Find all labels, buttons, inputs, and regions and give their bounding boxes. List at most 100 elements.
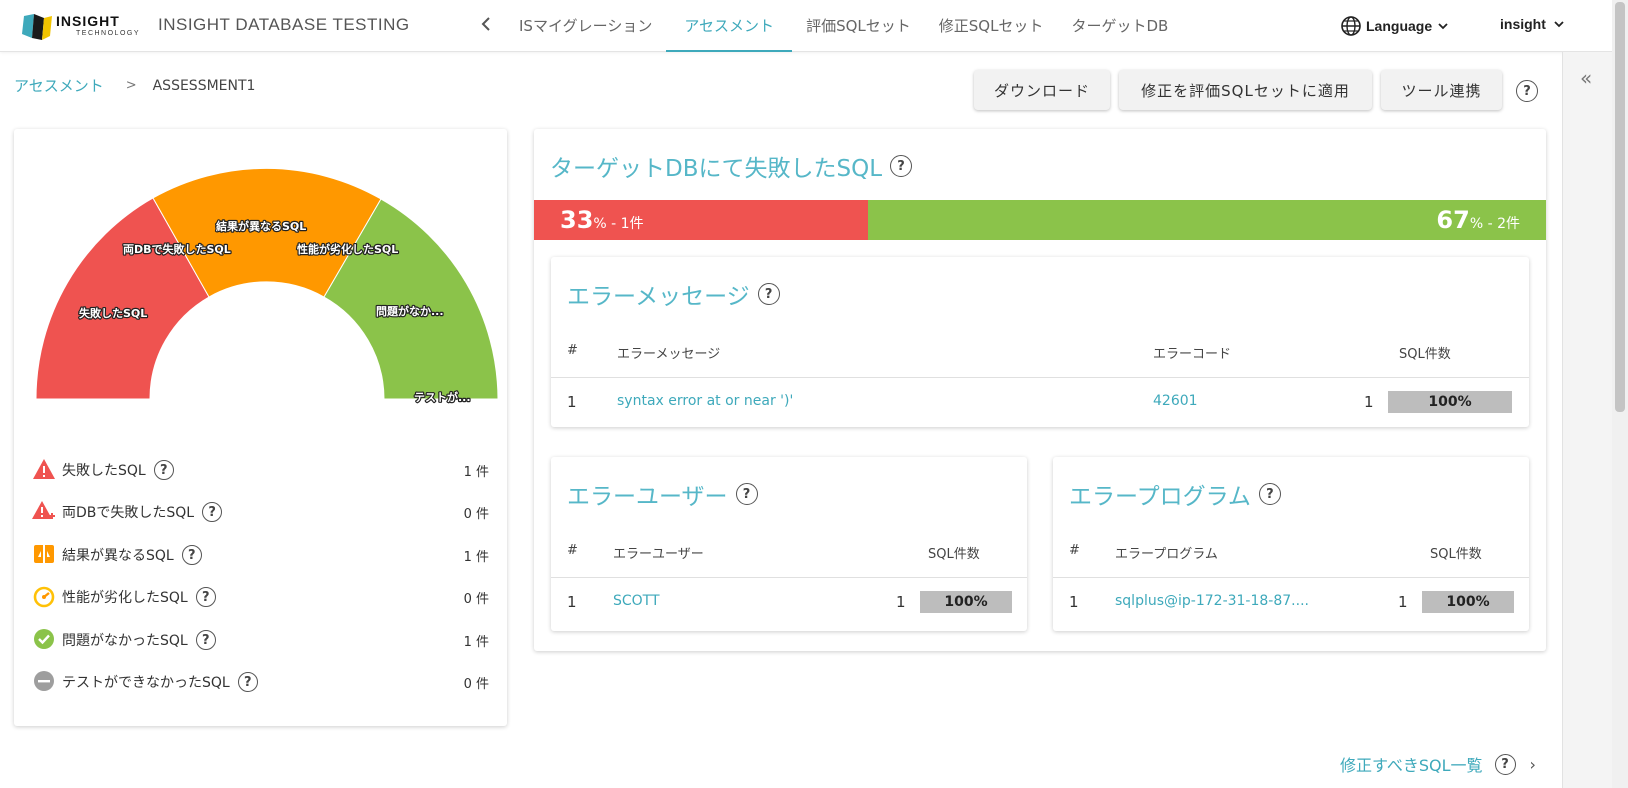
tab-assessment[interactable]: アセスメント (666, 0, 793, 52)
help-icon[interactable]: ? (735, 483, 758, 505)
legend-row-different[interactable]: 結果が異なるSQL? 1 件 (14, 539, 507, 569)
compare-icon (34, 545, 54, 563)
help-icon[interactable]: ? (1494, 753, 1516, 775)
scrollbar-thumb[interactable] (1615, 2, 1625, 412)
failed-percent: 33 (560, 206, 594, 234)
target-db-failed-card: ターゲットDBにて失敗したSQL ? 33% - 1件 67% - 2件 エラー… (534, 129, 1546, 651)
help-icon[interactable]: ? (153, 460, 174, 480)
failed-ratio-segment[interactable]: 33% - 1件 (534, 200, 868, 240)
col-header-error-code[interactable]: エラーコード (1153, 343, 1231, 362)
fix-sql-list-link[interactable]: 修正すべきSQL一覧 ? › (1340, 752, 1536, 776)
logo-text: INSIGHT (56, 13, 120, 29)
user-menu[interactable]: insight (1500, 16, 1566, 32)
legend-count: 1 件 (463, 635, 489, 650)
assessment-gauge-chart: 失敗したSQL 両DBで失敗したSQL 結果が異なるSQL 性能が劣化したSQL… (35, 167, 499, 405)
error-user-link[interactable]: SCOTT (613, 593, 660, 609)
error-user-card: エラーユーザー ? # エラーユーザー SQL件数 1 SCOTT 1 100% (551, 457, 1027, 631)
warning-icon (33, 459, 55, 479)
help-icon[interactable]: ? (195, 587, 216, 607)
app-header: INSIGHT TECHNOLOGY INSIGHT DATABASE TEST… (0, 0, 1628, 52)
error-message-card: エラーメッセージ ? # エラーメッセージ エラーコード SQL件数 1 syn… (551, 257, 1529, 427)
help-icon[interactable]: ? (181, 545, 202, 565)
gauge-label-different: 結果が異なるSQL (216, 219, 306, 233)
apply-fix-button[interactable]: 修正を評価SQLセットに適用 (1119, 70, 1372, 110)
tab-is-migration[interactable]: ISマイグレーション (505, 0, 666, 52)
help-icon[interactable]: ? (237, 672, 258, 692)
col-header-error-program[interactable]: エラープログラム (1115, 543, 1218, 562)
help-icon[interactable]: ? (202, 502, 223, 522)
failed-suffix: % - 1件 (593, 216, 644, 232)
col-header-error-user[interactable]: エラーユーザー (613, 543, 704, 562)
legend-row-no-issue[interactable]: 問題がなかったSQL? 1 件 (14, 624, 507, 654)
download-button[interactable]: ダウンロード (974, 70, 1110, 110)
page-scrollbar[interactable] (1612, 0, 1628, 788)
row-no: 1 (567, 593, 577, 611)
breadcrumb-separator: > (125, 78, 137, 93)
error-program-title-text: エラープログラム (1069, 484, 1251, 510)
tabs-scroll-left-icon[interactable] (480, 14, 496, 38)
main-tabs: ISマイグレーション アセスメント 評価SQLセット 修正SQLセット ターゲッ… (505, 0, 1182, 52)
failed-ratio-bar: 33% - 1件 67% - 2件 (534, 200, 1546, 240)
tool-integration-button[interactable]: ツール連携 (1381, 70, 1502, 110)
error-user-title: エラーユーザー ? (567, 477, 758, 511)
language-label: Language (1366, 18, 1433, 34)
legend-label: テストができなかったSQL (62, 675, 230, 691)
assessment-summary-card: 失敗したSQL 両DBで失敗したSQL 結果が異なるSQL 性能が劣化したSQL… (14, 129, 507, 726)
collapse-panel-icon[interactable]: « (1580, 66, 1592, 90)
row-no: 1 (567, 393, 577, 411)
error-program-title: エラープログラム ? (1069, 477, 1281, 511)
legend-row-both-failed[interactable]: 両DBで失敗したSQL? 0 件 (14, 496, 507, 526)
tab-fix-sql-set[interactable]: 修正SQLセット (925, 0, 1058, 52)
language-menu[interactable]: Language (1340, 14, 1454, 38)
col-header-no: # (567, 343, 578, 358)
table-divider (551, 377, 1529, 378)
col-header-sql-count[interactable]: SQL件数 (928, 543, 980, 562)
help-icon[interactable]: ? (890, 155, 913, 177)
sql-count: 1 (896, 593, 906, 611)
gauge-label-untested: テストが... (414, 390, 471, 404)
legend-row-failed[interactable]: 失敗したSQL? 1 件 (14, 454, 507, 484)
success-percent: 67 (1436, 206, 1470, 234)
success-ratio-segment[interactable]: 67% - 2件 (868, 200, 1546, 240)
table-divider (551, 577, 1027, 578)
legend-row-untested[interactable]: テストができなかったSQL? 0 件 (14, 666, 507, 696)
insight-logo-icon (22, 14, 52, 40)
breadcrumb-assessment-link[interactable]: アセスメント (14, 75, 104, 96)
error-program-link[interactable]: sqlplus@ip-172-31-18-87.... (1115, 593, 1309, 609)
help-icon[interactable]: ? (1258, 483, 1281, 505)
error-message-title-text: エラーメッセージ (567, 284, 750, 310)
col-header-sql-count[interactable]: SQL件数 (1399, 343, 1451, 362)
col-header-sql-count[interactable]: SQL件数 (1430, 543, 1482, 562)
legend-label: 問題がなかったSQL (62, 633, 188, 649)
app-title: INSIGHT DATABASE TESTING (158, 15, 410, 34)
row-no: 1 (1069, 593, 1079, 611)
fix-sql-list-label: 修正すべきSQL一覧 (1340, 756, 1483, 775)
insight-logo[interactable]: INSIGHT TECHNOLOGY (22, 10, 142, 42)
col-header-error-message[interactable]: エラーメッセージ (617, 343, 720, 362)
error-message-link[interactable]: syntax error at or near ')' (617, 393, 793, 409)
legend-label: 失敗したSQL (62, 463, 146, 479)
error-code-link[interactable]: 42601 (1153, 393, 1198, 409)
chevron-down-icon (1438, 23, 1448, 30)
legend-label: 性能が劣化したSQL (62, 590, 188, 606)
legend-row-degraded[interactable]: 性能が劣化したSQL? 0 件 (14, 581, 507, 611)
chevron-right-icon: › (1529, 754, 1536, 774)
toolbar-help-icon[interactable]: ? (1516, 80, 1538, 102)
error-message-title: エラーメッセージ ? (567, 277, 780, 311)
logo-subtext: TECHNOLOGY (76, 30, 141, 37)
warning-plus-icon (32, 501, 55, 519)
user-label: insight (1500, 16, 1546, 32)
gauge-label-both-failed: 両DBで失敗したSQL (123, 242, 231, 256)
legend-count: 0 件 (463, 592, 489, 607)
sql-count-percent-bar: 100% (1388, 391, 1512, 413)
tab-target-db[interactable]: ターゲットDB (1057, 0, 1182, 52)
tab-eval-sql-set[interactable]: 評価SQLセット (792, 0, 925, 52)
breadcrumb: アセスメント > ASSESSMENT1 (14, 75, 255, 96)
chevron-down-icon (1554, 21, 1564, 28)
col-header-no: # (1069, 543, 1080, 558)
legend-label: 両DBで失敗したSQL (62, 505, 195, 521)
help-icon[interactable]: ? (757, 283, 780, 305)
sql-count: 1 (1364, 393, 1374, 411)
help-icon[interactable]: ? (195, 630, 216, 650)
sql-count: 1 (1398, 593, 1408, 611)
